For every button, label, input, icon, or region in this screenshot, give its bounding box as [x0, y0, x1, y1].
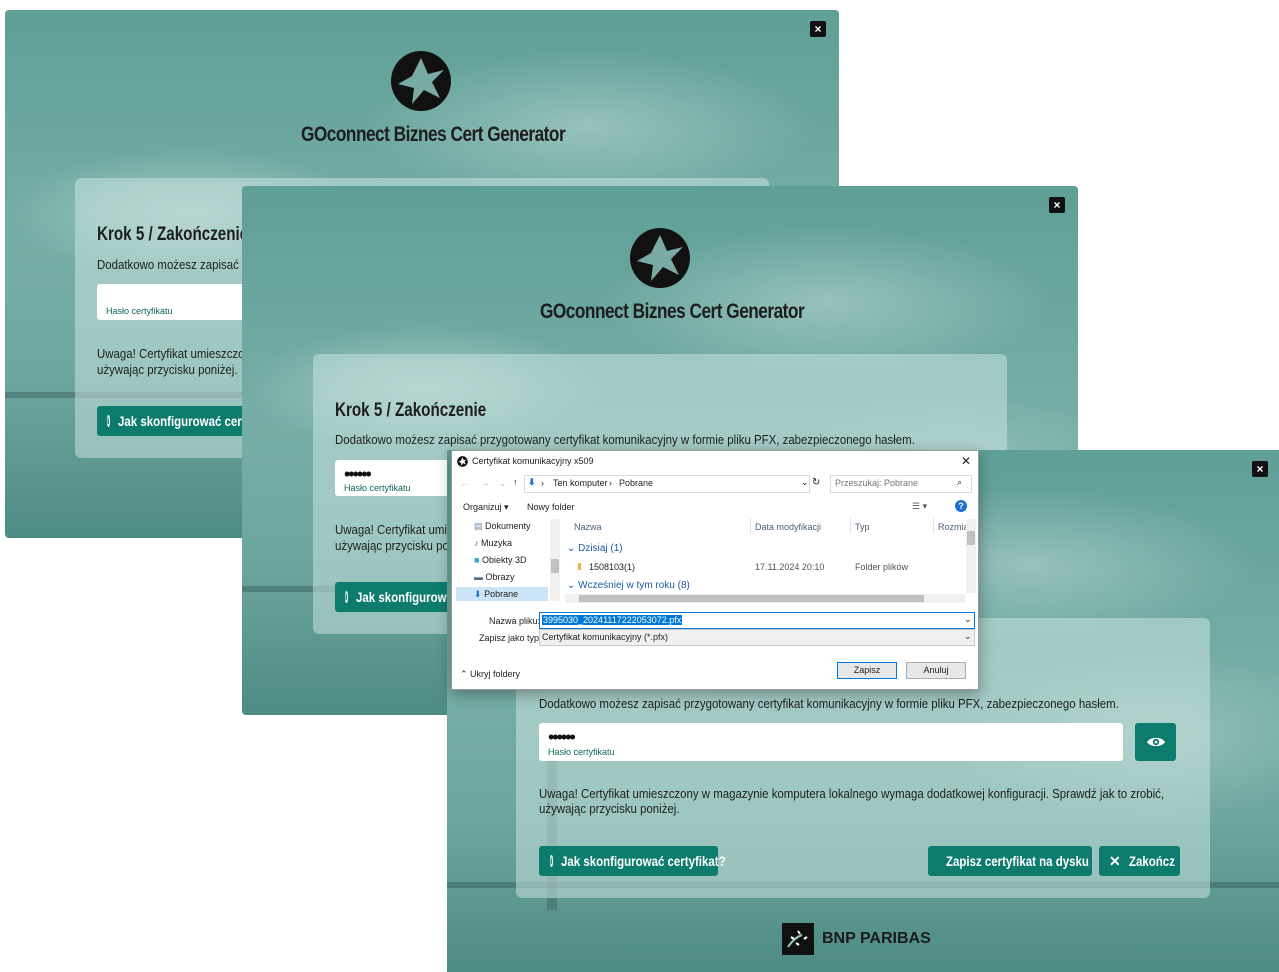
savetype-select[interactable]: Certyfikat komunikacyjny (*.pfx) ⌄ [539, 629, 975, 646]
back-arrow-icon[interactable]: ← [460, 478, 469, 488]
column-header-date[interactable]: Data modyfikacji [755, 522, 821, 532]
hide-folders-button[interactable]: ⌃ Ukryj foldery [460, 669, 520, 680]
info-icon: i [550, 855, 553, 867]
group-header-today[interactable]: ⌄ Dzisiaj (1) [567, 543, 623, 554]
help-icon[interactable]: ? [955, 500, 967, 512]
warning-text: Uwaga! Certyfikat umieszczon [97, 346, 251, 361]
bnp-logo-icon [782, 923, 814, 955]
help-button[interactable]: i Jak skonfigurować certyfi [97, 406, 259, 436]
save-dialog: Certyfikat komunikacyjny x509 ✕ ← → ⌄ ↑ … [451, 450, 979, 690]
filename-input[interactable]: 3995030_20241117222053072.pfx ⌄ [539, 612, 975, 629]
password-value: •••••• [344, 464, 372, 484]
description-text: Dodatkowo możesz zapisać p [97, 257, 249, 272]
info-icon: i [345, 591, 348, 603]
column-header-type[interactable]: Typ [855, 522, 870, 532]
sidebar-item-documents[interactable]: ▤ Dokumenty [474, 521, 531, 532]
document-icon: ▤ [474, 521, 483, 531]
cube-icon: ■ [474, 555, 480, 565]
breadcrumb-item[interactable]: Ten komputer [553, 478, 608, 488]
close-button[interactable]: × [1252, 461, 1268, 477]
help-button[interactable]: i Jak skonfigurować certyfikat? [539, 846, 725, 876]
breadcrumb-separator: › [609, 478, 612, 488]
nav-scrollbar[interactable] [550, 519, 560, 601]
picture-icon: ▬ [474, 572, 483, 582]
recent-chevron-icon[interactable]: ⌄ [499, 478, 507, 489]
step-title: Krok 5 / Zakończenie [335, 400, 487, 421]
warning-text: Uwaga! Certyfikat umieszczony w magazyni… [539, 786, 1165, 801]
column-header-size[interactable]: Rozmia [938, 522, 969, 532]
sidebar-item-pictures[interactable]: ▬ Obrazy [474, 572, 515, 582]
password-field[interactable]: •••••• Hasło certyfikatu [335, 460, 455, 496]
sidebar-item-3d-objects[interactable]: ■ Obiekty 3D [474, 555, 526, 565]
sidebar-item-music[interactable]: ♪ Muzyka [474, 538, 512, 548]
horizontal-scrollbar[interactable] [565, 594, 965, 603]
download-arrow-icon: ⬇ [528, 477, 536, 487]
dialog-title: Certyfikat komunikacyjny x509 [472, 456, 594, 466]
search-input[interactable]: Przeszukaj: Pobrane ⌕ [830, 475, 972, 493]
address-bar[interactable]: ⬇ › Ten komputer › Pobrane ⌄ [524, 475, 810, 493]
password-field[interactable]: Hasło certyfikatu [97, 284, 257, 320]
forward-arrow-icon[interactable]: → [481, 478, 490, 488]
description-text: Dodatkowo możesz zapisać przygotowany ce… [539, 696, 1119, 711]
password-label: Hasło certyfikatu [106, 306, 173, 316]
close-button[interactable]: × [1049, 197, 1065, 213]
warning-text-line2: używając przycisku poniżej. [539, 801, 680, 816]
save-to-disk-button[interactable]: Zapisz certyfikat na dysku [928, 846, 1092, 876]
password-value: •••••• [548, 727, 576, 747]
vertical-scrollbar[interactable] [966, 519, 976, 593]
nav-pane: ▤ Dokumenty ♪ Muzyka ■ Obiekty 3D ▬ Obra… [456, 517, 563, 601]
group-header-earlier[interactable]: ⌄ Wcześniej w tym roku (8) [567, 580, 690, 591]
warning-text-line2: używając przycisku poniżej. [97, 362, 238, 377]
file-list: Nazwa Data modyfikacji Typ Rozmia ⌄ Dzis… [565, 517, 977, 603]
app-title: GOconnect Biznes Cert Generator [540, 300, 805, 323]
breadcrumb-separator: › [541, 478, 544, 488]
dialog-save-button[interactable]: Zapisz [837, 662, 897, 679]
dialog-close-button[interactable]: ✕ [961, 454, 971, 468]
password-field[interactable]: •••••• Hasło certyfikatu [539, 723, 1123, 761]
warning-text-line2: używając przycisku po [335, 538, 449, 553]
download-arrow-icon: ⬇ [474, 589, 482, 599]
refresh-icon[interactable]: ↻ [812, 477, 820, 488]
password-label: Hasło certyfikatu [344, 483, 411, 493]
table-row[interactable]: ▮ 1508103(1) 17.11.2024 20:10 Folder pli… [565, 559, 965, 575]
up-arrow-icon[interactable]: ↑ [513, 477, 518, 487]
info-icon: i [107, 415, 110, 427]
description-text: Dodatkowo możesz zapisać przygotowany ce… [335, 432, 915, 447]
app-logo-icon [457, 456, 468, 467]
view-options-icon[interactable]: ☰ ▾ [912, 501, 927, 512]
password-label: Hasło certyfikatu [548, 747, 615, 757]
address-dropdown-icon[interactable]: ⌄ [801, 477, 809, 488]
folder-icon: ▮ [577, 561, 582, 571]
organize-menu[interactable]: Organizuj ▾ [463, 502, 509, 513]
toggle-password-button[interactable] [1135, 723, 1176, 761]
close-x-icon: ✕ [1109, 852, 1121, 869]
app-logo-icon [391, 51, 451, 111]
app-logo-icon [630, 228, 690, 288]
filename-dropdown-icon[interactable]: ⌄ [964, 614, 972, 625]
savetype-label: Zapisz jako typ: [479, 633, 542, 643]
step-title: Krok 5 / Zakończenie [97, 224, 249, 245]
dialog-cancel-button[interactable]: Anuluj [906, 662, 966, 679]
help-button[interactable]: i Jak skonfigurowa [335, 582, 455, 612]
footer-brand: BNP PARIBAS [822, 930, 931, 947]
music-icon: ♪ [474, 538, 479, 548]
sidebar-item-downloads[interactable]: ⬇ Pobrane [456, 587, 548, 601]
filename-label: Nazwa pliku: [489, 616, 541, 626]
savetype-dropdown-icon[interactable]: ⌄ [964, 631, 972, 642]
warning-text: Uwaga! Certyfikat umie [335, 522, 454, 537]
app-title: GOconnect Biznes Cert Generator [301, 123, 566, 146]
breadcrumb-item[interactable]: Pobrane [619, 478, 653, 488]
search-icon: ⌕ [957, 477, 963, 487]
eye-icon [1146, 737, 1165, 747]
new-folder-button[interactable]: Nowy folder [527, 502, 575, 512]
finish-button[interactable]: ✕ Zakończ [1099, 846, 1180, 876]
column-header-name[interactable]: Nazwa [574, 522, 602, 532]
close-button[interactable]: × [810, 21, 826, 37]
